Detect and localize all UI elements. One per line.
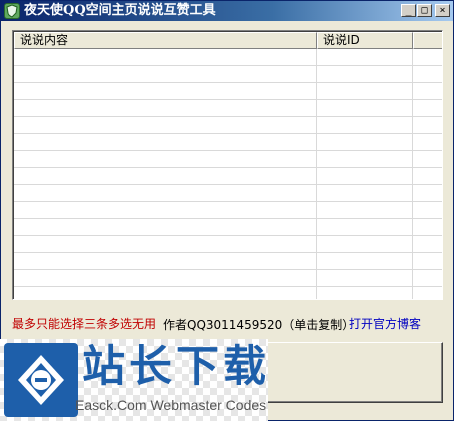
close-button[interactable]: × [435, 4, 450, 17]
column-header-id[interactable]: 说说ID [317, 32, 413, 49]
minimize-button[interactable]: _ [401, 4, 416, 17]
app-shield-icon [4, 3, 20, 19]
watermark-logo-icon [4, 343, 78, 417]
window-title: 夜天使QQ空间主页说说互赞工具 [24, 3, 216, 18]
maximize-button[interactable]: □ [417, 4, 432, 17]
watermark-subtitle: Easck.Com Webmaster Codes [75, 397, 267, 413]
author-qq-link[interactable]: 作者QQ3011459520（单击复制） [163, 316, 354, 333]
column-header-extra[interactable] [413, 32, 442, 49]
watermark-overlay: 站长下载 Easck.Com Webmaster Codes [0, 339, 268, 421]
shuoshuo-list[interactable]: 说说内容 说说ID [12, 30, 443, 300]
list-grid[interactable] [14, 49, 442, 299]
title-bar[interactable]: 夜天使QQ空间主页说说互赞工具 _ □ × [1, 1, 453, 21]
list-header: 说说内容 说说ID [14, 32, 442, 49]
column-divider [412, 49, 413, 299]
column-header-content[interactable]: 说说内容 [14, 32, 317, 49]
open-blog-link[interactable]: 打开官方博客 [349, 315, 421, 332]
column-divider [316, 49, 317, 299]
watermark-title: 站长下载 [82, 342, 270, 392]
selection-limit-warning: 最多只能选择三条多选无用 [12, 317, 157, 331]
